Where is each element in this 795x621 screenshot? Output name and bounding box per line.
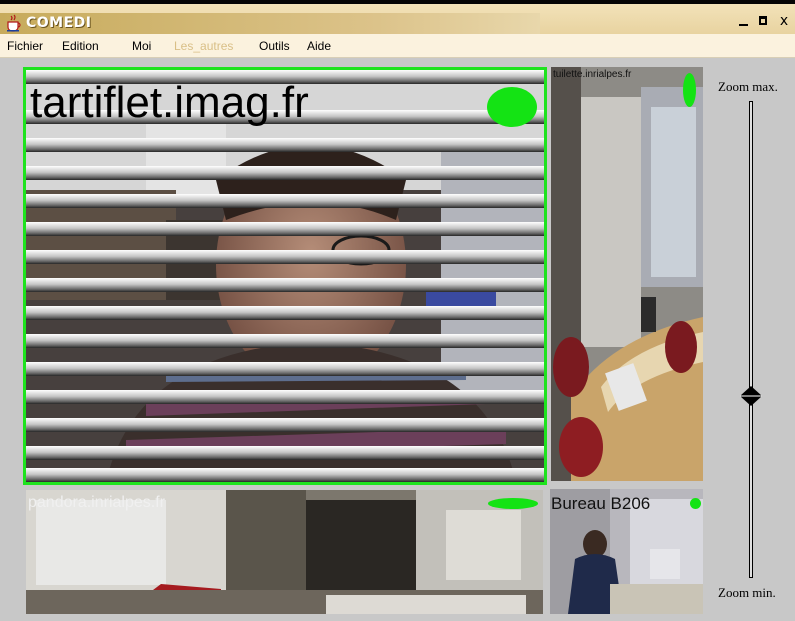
- zoom-max-label: Zoom max.: [718, 79, 778, 94]
- main-status-indicator: [487, 87, 537, 127]
- close-button[interactable]: x: [775, 13, 793, 30]
- bottom-right-video-pane[interactable]: Bureau B206: [550, 489, 703, 614]
- comedi-window: COMEDI x Fichier Edition Moi Les_autres …: [0, 0, 795, 621]
- main-video-feed: [26, 70, 544, 482]
- zoom-slider-track[interactable]: [749, 101, 753, 578]
- java-cup-icon: [7, 14, 21, 32]
- zoom-min-label: Zoom min.: [718, 585, 776, 600]
- top-right-video-feed: [551, 67, 703, 481]
- main-video-pane[interactable]: tartiflet.imag.fr: [23, 67, 547, 485]
- main-camera-label: tartiflet.imag.fr: [30, 78, 309, 127]
- menu-edition[interactable]: Edition: [62, 39, 99, 53]
- bottom-left-status-indicator: [488, 498, 538, 509]
- menu-moi[interactable]: Moi: [132, 39, 151, 53]
- menu-aide[interactable]: Aide: [307, 39, 331, 53]
- top-right-video-pane[interactable]: tuilette.inrialpes.fr: [551, 67, 703, 481]
- menu-outils[interactable]: Outils: [259, 39, 290, 53]
- zoom-panel: Zoom max. Zoom min.: [710, 67, 795, 612]
- minimize-icon: [738, 24, 748, 26]
- maximize-button[interactable]: [754, 13, 772, 30]
- top-border: [0, 0, 795, 4]
- menu-bar: Fichier Edition Moi Les_autres Outils Ai…: [0, 34, 795, 58]
- top-right-camera-label: tuilette.inrialpes.fr: [553, 69, 632, 80]
- top-right-status-indicator: [683, 73, 696, 107]
- zoom-slider-thumb[interactable]: [739, 385, 763, 407]
- menu-les-autres: Les_autres: [174, 39, 234, 53]
- menu-fichier[interactable]: Fichier: [7, 39, 43, 53]
- bottom-right-status-indicator: [690, 498, 701, 509]
- bottom-left-camera-label: pandora.inrialpes.fr: [28, 494, 165, 511]
- bottom-right-camera-label: Bureau B206: [551, 494, 651, 513]
- minimize-button[interactable]: [734, 13, 752, 30]
- window-title: COMEDI: [26, 15, 92, 31]
- bottom-left-video-pane[interactable]: pandora.inrialpes.fr: [26, 490, 543, 614]
- title-bar[interactable]: COMEDI x: [0, 0, 795, 35]
- maximize-icon: [759, 16, 767, 25]
